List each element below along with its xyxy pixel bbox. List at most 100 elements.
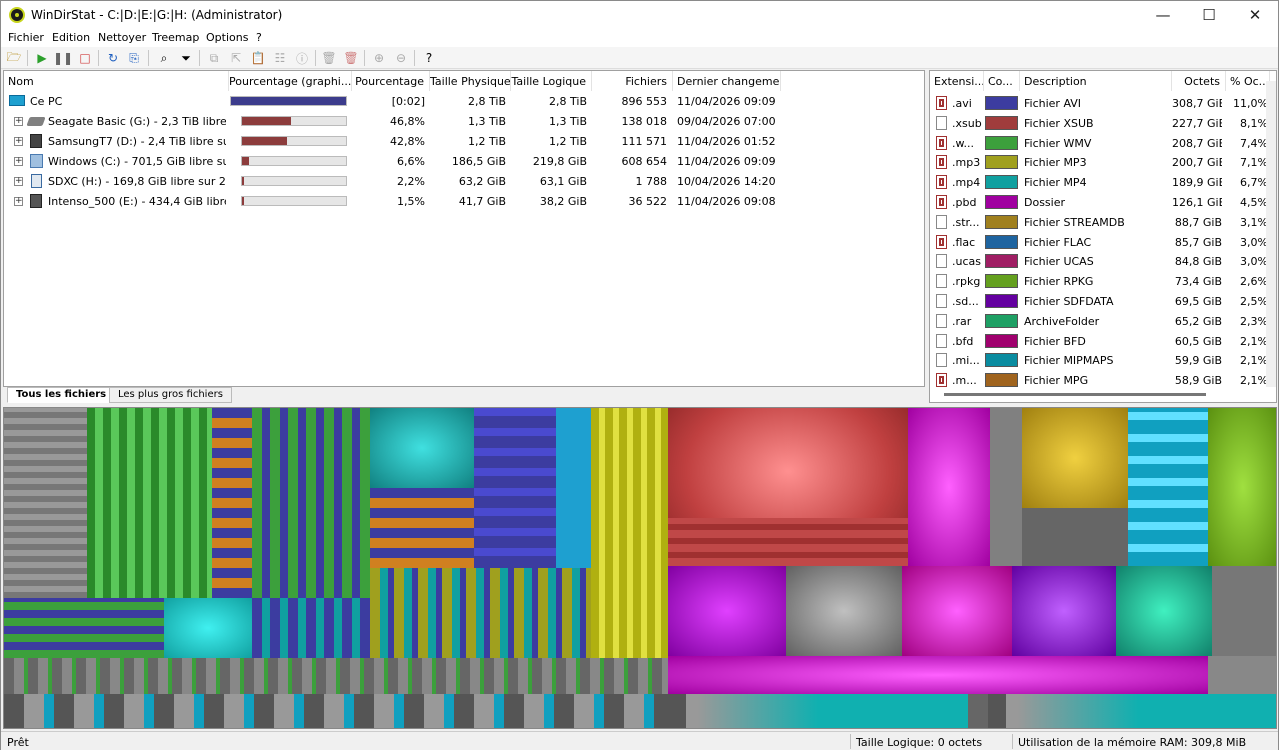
extension-row[interactable]: .avi Fichier AVI 308,7 GiB 11,0% xyxy=(930,93,1270,113)
menu-options[interactable]: Options xyxy=(206,31,248,44)
minimize-button[interactable]: — xyxy=(1140,1,1186,29)
treemap-block[interactable] xyxy=(4,658,668,694)
expand-icon[interactable]: + xyxy=(14,157,23,166)
directory-tree[interactable]: Nom Pourcentage (graphi... Pourcentage T… xyxy=(3,70,925,387)
treemap-block[interactable] xyxy=(668,656,1208,694)
copy-path-icon[interactable]: ⧉ xyxy=(206,50,222,66)
col-nom[interactable]: Nom xyxy=(4,71,229,91)
col-pourcentage[interactable]: Pourcentage xyxy=(352,71,430,91)
vertical-scrollbar[interactable] xyxy=(1266,81,1276,387)
refresh-selected-icon[interactable]: ⎘ xyxy=(126,50,142,66)
treemap-block[interactable] xyxy=(4,408,87,598)
tab-tous-les-fichiers[interactable]: Tous les fichiers xyxy=(7,387,116,403)
col-pourcentage-octets[interactable]: % Oc... xyxy=(1226,71,1270,91)
treemap-block[interactable] xyxy=(1128,408,1208,566)
paste-icon[interactable]: 📋 xyxy=(250,50,266,66)
extension-row[interactable]: .mi... Fichier MIPMAPS 59,9 GiB 2,1% xyxy=(930,350,1270,370)
menu-help[interactable]: ? xyxy=(256,31,262,44)
info-icon[interactable]: ⓘ xyxy=(294,50,310,66)
close-button[interactable]: ✕ xyxy=(1232,1,1278,29)
treemap-block[interactable] xyxy=(1208,656,1276,694)
extension-row[interactable]: .xsub Fichier XSUB 227,7 GiB 8,1% xyxy=(930,113,1270,133)
treemap-block[interactable] xyxy=(4,694,668,728)
col-fichiers[interactable]: Fichiers xyxy=(592,71,673,91)
zoom-in-icon[interactable]: ⊕ xyxy=(371,50,387,66)
extension-row[interactable]: .flac Fichier FLAC 85,7 GiB 3,0% xyxy=(930,232,1270,252)
tree-row[interactable]: + SamsungT7 (D:) - 2,4 TiB libre sur 3..… xyxy=(4,131,924,151)
extension-row[interactable]: .ucas Fichier UCAS 84,8 GiB 3,0% xyxy=(930,251,1270,271)
treemap-block[interactable] xyxy=(786,566,902,656)
treemap-block[interactable] xyxy=(4,598,164,658)
treemap-block[interactable] xyxy=(668,694,1276,728)
expand-icon[interactable]: + xyxy=(14,117,23,126)
treemap-block[interactable] xyxy=(370,488,474,568)
treemap-block[interactable] xyxy=(87,408,212,598)
col-taille-logique[interactable]: Taille Logique xyxy=(511,71,592,91)
treemap-block[interactable] xyxy=(1022,508,1128,566)
tree-row-root[interactable]: Ce PC [0:02] 2,8 TiB 2,8 TiB 896 553 11/… xyxy=(4,91,924,111)
tree-row[interactable]: + Seagate Basic (G:) - 2,3 TiB libre sur… xyxy=(4,111,924,131)
expand-icon[interactable]: + xyxy=(14,137,23,146)
maximize-button[interactable]: ☐ xyxy=(1186,1,1232,29)
extension-row[interactable]: .rpkg Fichier RPKG 73,4 GiB 2,6% xyxy=(930,271,1270,291)
col-taille-physique[interactable]: Taille Physique xyxy=(430,71,511,91)
menu-nettoyer[interactable]: Nettoyer xyxy=(98,31,146,44)
trash-icon[interactable]: 🗑 xyxy=(321,50,337,66)
treemap-block[interactable] xyxy=(252,598,370,658)
extension-row[interactable]: .sd... Fichier SDFDATA 69,5 GiB 2,5% xyxy=(930,291,1270,311)
treemap-block[interactable] xyxy=(990,408,1022,566)
help-icon[interactable]: ? xyxy=(421,50,437,66)
treemap-block[interactable] xyxy=(1022,408,1128,508)
treemap-block[interactable] xyxy=(902,566,1012,656)
tree-row[interactable]: + Windows (C:) - 701,5 GiB libre sur 8..… xyxy=(4,151,924,171)
treemap-block[interactable] xyxy=(164,598,252,658)
menu-treemap[interactable]: Treemap xyxy=(152,31,199,44)
treemap-block[interactable] xyxy=(668,518,908,566)
horizontal-scrollbar[interactable] xyxy=(944,393,1206,396)
stop-icon[interactable]: □ xyxy=(77,50,93,66)
treemap-block[interactable] xyxy=(1208,408,1276,566)
delete-icon[interactable]: 🗑 xyxy=(343,50,359,66)
treemap-block[interactable] xyxy=(556,408,591,568)
play-icon[interactable]: ▶ xyxy=(34,50,50,66)
menu-edition[interactable]: Edition xyxy=(52,31,90,44)
title-bar[interactable]: WinDirStat - C:|D:|E:|G:|H: (Administrat… xyxy=(1,1,1278,29)
zoom-out-icon[interactable]: ⊖ xyxy=(393,50,409,66)
treemap-block[interactable] xyxy=(1116,566,1212,656)
extension-row[interactable]: .str... Fichier STREAMDB 88,7 GiB 3,1% xyxy=(930,212,1270,232)
extension-row[interactable]: .w... Fichier WMV 208,7 GiB 7,4% xyxy=(930,133,1270,153)
treemap-block[interactable] xyxy=(212,408,252,598)
col-extension[interactable]: Extensi... xyxy=(930,71,984,91)
refresh-icon[interactable]: ↻ xyxy=(105,50,121,66)
properties-icon[interactable]: ☷ xyxy=(272,50,288,66)
treemap-block[interactable] xyxy=(668,566,786,656)
treemap-block[interactable] xyxy=(908,408,990,566)
open-folder-icon[interactable]: 🗁 xyxy=(6,50,22,66)
filter-icon[interactable]: ⏷ xyxy=(178,50,194,66)
search-icon[interactable]: ⌕ xyxy=(156,50,172,66)
extension-row[interactable]: .mp3 Fichier MP3 200,7 GiB 7,1% xyxy=(930,152,1270,172)
treemap-block[interactable] xyxy=(370,568,591,658)
col-dernier-changement[interactable]: Dernier changement xyxy=(673,71,781,91)
menu-fichier[interactable]: Fichier xyxy=(8,31,44,44)
pause-icon[interactable]: ❚❚ xyxy=(53,50,73,66)
expand-icon[interactable]: + xyxy=(14,177,23,186)
tree-row[interactable]: + Intenso_500 (E:) - 434,4 GiB libre su.… xyxy=(4,191,924,211)
extension-row[interactable]: .bfd Fichier BFD 60,5 GiB 2,1% xyxy=(930,331,1270,351)
treemap[interactable] xyxy=(3,407,1277,729)
explorer-icon[interactable]: ⇱ xyxy=(228,50,244,66)
expand-icon[interactable]: + xyxy=(14,197,23,206)
extension-row[interactable]: .mp4 Fichier MP4 189,9 GiB 6,7% xyxy=(930,172,1270,192)
extension-row[interactable]: .rar ArchiveFolder 65,2 GiB 2,3% xyxy=(930,311,1270,331)
col-octets[interactable]: Octets xyxy=(1172,71,1226,91)
col-couleur[interactable]: Co... xyxy=(984,71,1020,91)
treemap-block[interactable] xyxy=(591,408,668,658)
treemap-block[interactable] xyxy=(370,408,474,488)
treemap-block[interactable] xyxy=(1212,566,1276,656)
treemap-block[interactable] xyxy=(252,408,370,598)
tab-les-plus-gros-fichiers[interactable]: Les plus gros fichiers xyxy=(109,387,232,403)
treemap-block[interactable] xyxy=(1012,566,1116,656)
col-description[interactable]: Description xyxy=(1020,71,1172,91)
extension-list[interactable]: Extensi... Co... Description Octets % Oc… xyxy=(929,70,1277,403)
col-pourcentage-graph[interactable]: Pourcentage (graphi... xyxy=(229,71,352,91)
